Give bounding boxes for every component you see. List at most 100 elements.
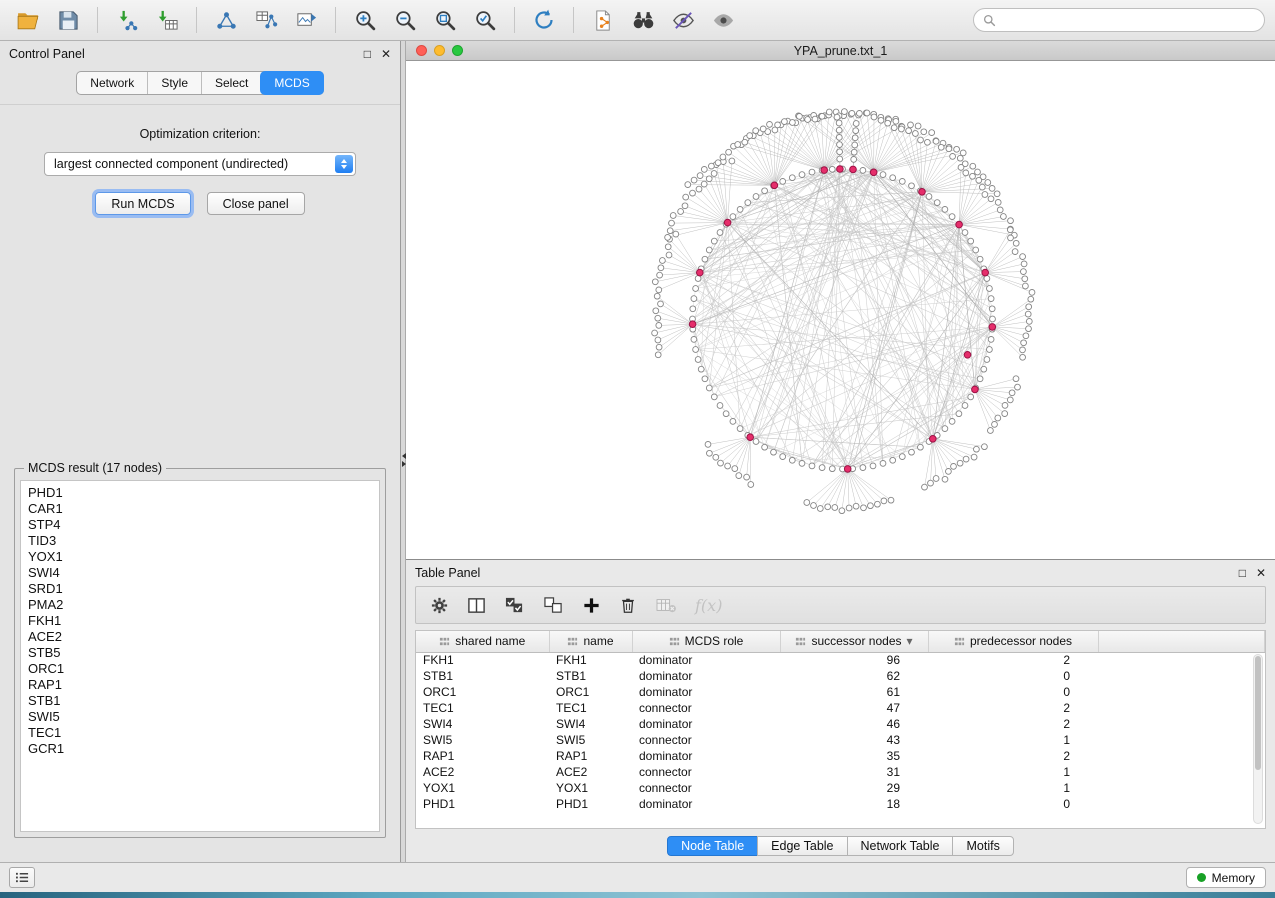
tab-mcds[interactable]: MCDS bbox=[260, 71, 323, 95]
close-panel-icon[interactable]: ✕ bbox=[381, 48, 391, 60]
cell-shared-name[interactable]: SWI5 bbox=[416, 732, 549, 748]
status-menu-button[interactable] bbox=[9, 867, 35, 888]
mcds-result-item[interactable]: GCR1 bbox=[28, 741, 372, 757]
mcds-result-item[interactable]: ORC1 bbox=[28, 661, 372, 677]
cell-successor-nodes[interactable]: 96 bbox=[780, 652, 928, 668]
vertical-splitter[interactable] bbox=[401, 41, 406, 862]
column-header-name[interactable]: name bbox=[549, 631, 632, 652]
cell-filler[interactable] bbox=[1098, 716, 1265, 732]
cell-name[interactable]: YOX1 bbox=[549, 780, 632, 796]
toolbar-search[interactable] bbox=[973, 8, 1265, 32]
close-table-panel-icon[interactable]: ✕ bbox=[1256, 567, 1266, 579]
cell-predecessor-nodes[interactable]: 1 bbox=[928, 732, 1098, 748]
run-mcds-button[interactable]: Run MCDS bbox=[95, 192, 190, 215]
add-column-button[interactable] bbox=[582, 596, 601, 615]
table-row[interactable]: RAP1RAP1dominator352 bbox=[416, 748, 1265, 764]
cell-filler[interactable] bbox=[1098, 748, 1265, 764]
cell-filler[interactable] bbox=[1098, 796, 1265, 812]
cell-mcds-role[interactable]: dominator bbox=[632, 748, 780, 764]
cell-mcds-role[interactable]: connector bbox=[632, 780, 780, 796]
mcds-result-item[interactable]: ACE2 bbox=[28, 629, 372, 645]
cell-mcds-role[interactable]: dominator bbox=[632, 684, 780, 700]
cell-successor-nodes[interactable]: 35 bbox=[780, 748, 928, 764]
import-network-button[interactable] bbox=[109, 4, 145, 36]
float-table-panel-icon[interactable]: □ bbox=[1239, 567, 1246, 579]
zoom-in-button[interactable] bbox=[347, 4, 383, 36]
cell-successor-nodes[interactable]: 46 bbox=[780, 716, 928, 732]
cell-shared-name[interactable]: YOX1 bbox=[416, 780, 549, 796]
tab-network[interactable]: Network bbox=[77, 72, 147, 94]
cell-mcds-role[interactable]: dominator bbox=[632, 668, 780, 684]
tab-edge-table[interactable]: Edge Table bbox=[757, 836, 847, 856]
cell-predecessor-nodes[interactable]: 1 bbox=[928, 764, 1098, 780]
cell-predecessor-nodes[interactable]: 0 bbox=[928, 796, 1098, 812]
cell-mcds-role[interactable]: dominator bbox=[632, 796, 780, 812]
network-canvas[interactable] bbox=[406, 61, 1275, 559]
cell-filler[interactable] bbox=[1098, 732, 1265, 748]
memory-button[interactable]: Memory bbox=[1186, 867, 1266, 888]
mcds-result-item[interactable]: SWI4 bbox=[28, 565, 372, 581]
mcds-result-list[interactable]: PHD1CAR1STP4TID3YOX1SWI4SRD1PMA2FKH1ACE2… bbox=[20, 480, 380, 832]
search-input[interactable] bbox=[1002, 13, 1255, 27]
show-columns-button[interactable] bbox=[467, 596, 486, 615]
cell-predecessor-nodes[interactable]: 2 bbox=[928, 652, 1098, 668]
tab-select[interactable]: Select bbox=[201, 72, 261, 94]
mcds-result-item[interactable]: STB1 bbox=[28, 693, 372, 709]
show-hide-button[interactable] bbox=[705, 4, 741, 36]
network-graph[interactable] bbox=[406, 61, 1275, 559]
mcds-result-item[interactable]: STB5 bbox=[28, 645, 372, 661]
mcds-result-item[interactable]: TEC1 bbox=[28, 725, 372, 741]
minimize-window-icon[interactable] bbox=[434, 45, 445, 56]
cell-shared-name[interactable]: RAP1 bbox=[416, 748, 549, 764]
cell-mcds-role[interactable]: connector bbox=[632, 700, 780, 716]
cell-shared-name[interactable]: SWI4 bbox=[416, 716, 549, 732]
table-settings-button[interactable] bbox=[430, 596, 449, 615]
table-row[interactable]: SWI4SWI4dominator462 bbox=[416, 716, 1265, 732]
table-scrollbar-thumb[interactable] bbox=[1255, 656, 1261, 770]
cell-name[interactable]: SWI5 bbox=[549, 732, 632, 748]
table-row[interactable]: FKH1FKH1dominator962 bbox=[416, 652, 1265, 668]
cell-shared-name[interactable]: STB1 bbox=[416, 668, 549, 684]
tab-style[interactable]: Style bbox=[147, 72, 201, 94]
cell-filler[interactable] bbox=[1098, 684, 1265, 700]
cell-mcds-role[interactable]: connector bbox=[632, 732, 780, 748]
cell-predecessor-nodes[interactable]: 2 bbox=[928, 716, 1098, 732]
import-table-button[interactable] bbox=[149, 4, 185, 36]
tab-node-table[interactable]: Node Table bbox=[667, 836, 758, 856]
cell-successor-nodes[interactable]: 29 bbox=[780, 780, 928, 796]
mcds-result-item[interactable]: CAR1 bbox=[28, 501, 372, 517]
cell-filler[interactable] bbox=[1098, 700, 1265, 716]
splitter-handle-icon[interactable] bbox=[401, 451, 406, 469]
cell-name[interactable]: STB1 bbox=[549, 668, 632, 684]
mcds-result-item[interactable]: STP4 bbox=[28, 517, 372, 533]
cell-predecessor-nodes[interactable]: 2 bbox=[928, 748, 1098, 764]
cell-successor-nodes[interactable]: 62 bbox=[780, 668, 928, 684]
cell-predecessor-nodes[interactable]: 1 bbox=[928, 780, 1098, 796]
cell-filler[interactable] bbox=[1098, 764, 1265, 780]
table-row[interactable]: TEC1TEC1connector472 bbox=[416, 700, 1265, 716]
cell-name[interactable]: TEC1 bbox=[549, 700, 632, 716]
mcds-result-item[interactable]: FKH1 bbox=[28, 613, 372, 629]
mcds-result-item[interactable]: YOX1 bbox=[28, 549, 372, 565]
cell-filler[interactable] bbox=[1098, 652, 1265, 668]
cell-successor-nodes[interactable]: 18 bbox=[780, 796, 928, 812]
share-document-button[interactable] bbox=[585, 4, 621, 36]
new-network-button[interactable] bbox=[208, 4, 244, 36]
cell-name[interactable]: RAP1 bbox=[549, 748, 632, 764]
close-window-icon[interactable] bbox=[416, 45, 427, 56]
cell-mcds-role[interactable]: dominator bbox=[632, 716, 780, 732]
cell-shared-name[interactable]: ACE2 bbox=[416, 764, 549, 780]
export-image-button[interactable] bbox=[288, 4, 324, 36]
save-session-button[interactable] bbox=[50, 4, 86, 36]
cell-filler[interactable] bbox=[1098, 780, 1265, 796]
criterion-select[interactable]: largest connected component (undirected) bbox=[44, 152, 356, 176]
function-builder-button[interactable]: f(x) bbox=[695, 596, 722, 615]
table-row[interactable]: ORC1ORC1dominator610 bbox=[416, 684, 1265, 700]
search-network-button[interactable] bbox=[625, 4, 661, 36]
mcds-result-item[interactable]: PMA2 bbox=[28, 597, 372, 613]
mcds-result-item[interactable]: PHD1 bbox=[28, 485, 372, 501]
column-header-successor-nodes[interactable]: successor nodes▾ bbox=[780, 631, 928, 652]
cell-successor-nodes[interactable]: 61 bbox=[780, 684, 928, 700]
select-all-button[interactable] bbox=[504, 596, 525, 615]
deselect-all-button[interactable] bbox=[543, 596, 564, 615]
